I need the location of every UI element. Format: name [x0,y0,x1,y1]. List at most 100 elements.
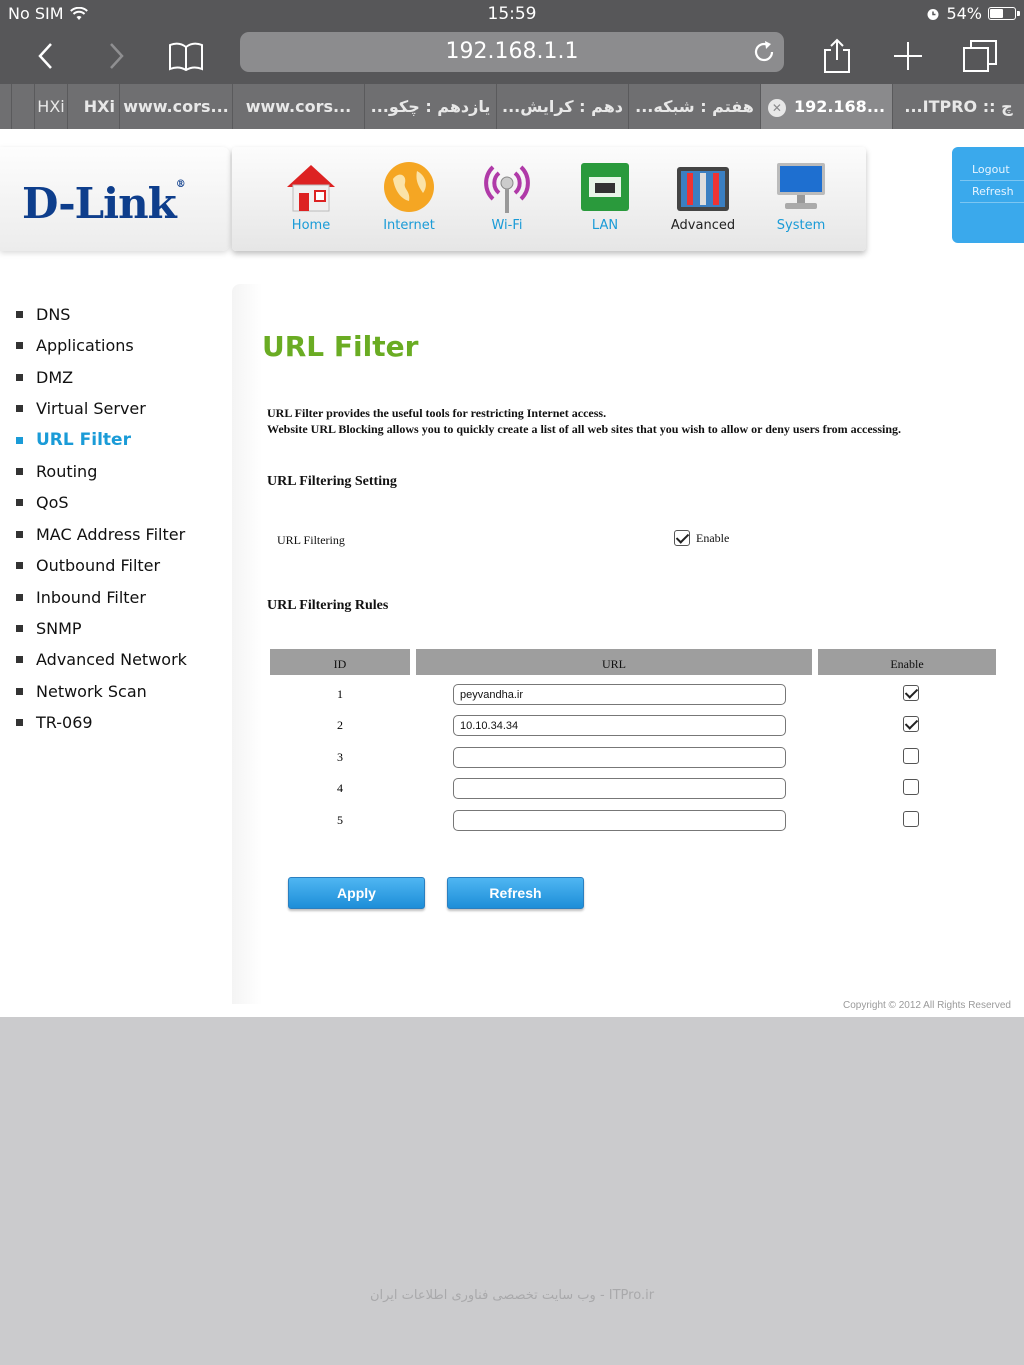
rule-enable-checkbox[interactable] [903,716,919,733]
tab[interactable]: ...ITPRO :: چ [893,84,1024,129]
rule-id: 4 [337,781,343,796]
address-bar[interactable]: 192.168.1.1 [240,32,784,72]
nav-wifi[interactable]: Wi-Fi [458,147,556,251]
tab[interactable]: ...دهم : کرایش [497,84,629,129]
refresh-button[interactable]: Refresh [447,877,584,909]
logo-box: D-Link® [0,147,230,251]
sidebar-item-advanced-network[interactable]: Advanced Network [0,644,230,675]
tab[interactable]: www.cors... [120,84,233,129]
sidebar-item-tr069[interactable]: TR-069 [0,707,230,738]
dlink-logo: D-Link® [22,179,186,228]
account-panel: Logout Refresh [952,147,1024,243]
nav-advanced[interactable]: Advanced [654,147,752,251]
sidebar-item-url-filter[interactable]: URL Filter [0,425,230,456]
close-tab-icon[interactable]: ✕ [767,98,786,117]
tabs-button[interactable] [958,34,1002,78]
rule-enable-checkbox[interactable] [903,810,919,827]
globe-icon [384,162,434,212]
top-navigation: Home Internet Wi-Fi LAN Advanced System [232,147,866,251]
sidebar: DNS Applications DMZ Virtual Server URL … [0,299,230,738]
rule-url-input[interactable] [453,778,786,800]
book-icon [169,42,203,71]
page-title: URL Filter [262,330,419,363]
tab[interactable] [0,84,12,129]
tab[interactable]: HXi [68,84,120,129]
tab[interactable]: HXi [35,84,68,129]
rule-id: 1 [337,687,343,701]
rule-enable-checkbox[interactable] [903,685,919,701]
nav-label: Internet [383,218,435,233]
table-row: 5 [270,805,996,836]
rule-id: 3 [337,749,343,764]
tab[interactable]: ...یازدهم : چکو [365,84,497,129]
nav-label: LAN [591,218,619,233]
sidebar-item-network-scan[interactable]: Network Scan [0,676,230,707]
nav-system[interactable]: System [752,147,850,251]
tab[interactable]: ...هفتم : شبکه [629,84,761,129]
nav-internet[interactable]: Internet [360,147,458,251]
nav-lan[interactable]: LAN [556,147,654,251]
divider [960,180,1024,181]
clock: 15:59 [487,4,537,24]
chevron-right-icon [110,43,124,69]
sidebar-item-routing[interactable]: Routing [0,456,230,487]
bookmarks-button[interactable] [164,34,208,78]
back-button[interactable] [24,34,68,78]
refresh-link[interactable]: Refresh [952,185,1024,198]
tab[interactable] [12,84,35,129]
home-icon [287,165,335,212]
table-header: ID URL Enable [270,649,996,675]
router-page: D-Link® Home Internet Wi-Fi LAN Advanced… [0,129,1024,1017]
url-text: 192.168.1.1 [445,39,579,64]
share-icon [824,38,850,73]
forward-button[interactable] [94,34,138,78]
sidebar-item-qos[interactable]: QoS [0,487,230,518]
nav-label: Wi-Fi [491,218,523,233]
logout-link[interactable]: Logout [952,147,1024,176]
new-tab-button[interactable] [886,34,930,78]
rule-url-input[interactable] [453,715,786,737]
table-row: 4 [270,773,996,804]
watermark-text: وب سایت تخصصی فناوری اطلاعات ایران - ITP… [369,1288,655,1303]
column-header-url: URL [416,649,818,675]
url-filtering-label: URL Filtering [277,533,345,547]
lan-icon [581,163,629,211]
url-filtering-enable-checkbox[interactable] [674,530,690,546]
sidebar-item-outbound-filter[interactable]: Outbound Filter [0,550,230,581]
description-line-2: Website URL Blocking allows you to quick… [267,422,902,436]
nav-label: Advanced [670,218,736,233]
column-header-enable: Enable [818,649,996,675]
url-filtering-enable: Enable [674,530,729,546]
rule-id: 5 [337,812,343,827]
sidebar-item-mac-address-filter[interactable]: MAC Address Filter [0,519,230,550]
nav-home[interactable]: Home [262,147,360,251]
tools-icon [677,167,729,211]
rule-id: 2 [337,718,343,733]
reload-icon[interactable] [752,40,776,64]
status-bar: No SIM 15:59 54% [0,0,1024,28]
sidebar-item-virtual-server[interactable]: Virtual Server [0,393,230,424]
copyright-text: Copyright © 2012 All Rights Reserved [842,1000,1011,1011]
share-button[interactable] [815,34,859,78]
sidebar-item-dmz[interactable]: DMZ [0,362,230,393]
nav-label: Home [291,218,331,233]
sidebar-item-inbound-filter[interactable]: Inbound Filter [0,582,230,613]
description-line-1: URL Filter provides the useful tools for… [267,406,607,420]
wifi-icon [484,165,530,213]
apply-button[interactable]: Apply [288,877,425,909]
rule-url-input[interactable] [453,684,786,705]
section-heading-setting: URL Filtering Setting [267,474,397,489]
sidebar-item-applications[interactable]: Applications [0,330,230,361]
tab[interactable]: www.cors... [233,84,365,129]
divider [960,202,1024,203]
sidebar-item-snmp[interactable]: SNMP [0,613,230,644]
sidebar-item-dns[interactable]: DNS [0,299,230,330]
column-header-id: ID [270,649,416,675]
tab-active[interactable]: ✕ 192.168... [761,84,893,129]
monitor-icon [777,163,825,209]
rule-enable-checkbox[interactable] [903,747,919,764]
rule-url-input[interactable] [453,809,786,831]
rule-enable-checkbox[interactable] [903,779,919,796]
nav-label: System [776,218,826,233]
rule-url-input[interactable] [453,746,786,768]
